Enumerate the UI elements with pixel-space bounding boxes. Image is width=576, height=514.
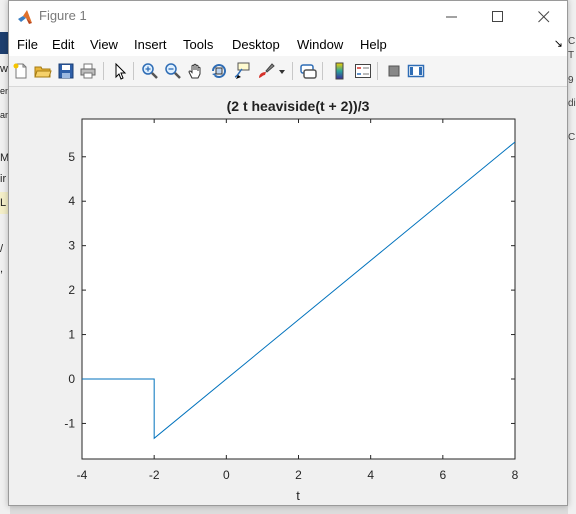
toolbar-separator [377,62,378,80]
x-tick-label: 0 [223,468,230,482]
background-text: T [568,50,575,61]
y-tick-label: 3 [68,239,75,253]
background-text: C [568,132,576,143]
toolbar-separator [103,62,104,80]
close-button[interactable] [521,1,567,32]
close-icon [538,11,550,23]
y-tick-label: -1 [64,416,75,430]
maximize-button[interactable] [475,1,521,32]
data-cursor-icon[interactable] [233,62,251,80]
x-tick-label: -2 [149,468,160,482]
x-tick-label: 6 [439,468,446,482]
background-text: 9 [568,75,574,86]
background-text: ir [0,173,7,185]
window-title: Figure 1 [39,8,87,23]
new-figure-icon[interactable] [12,62,30,80]
menu-view[interactable]: View [90,37,118,52]
x-tick-label: 4 [367,468,374,482]
plot-area[interactable]: (2 t heaviside(t + 2))/3 -4 -2 0 2 4 6 8 -1 0 1 2 3… [9,87,567,505]
x-tick-label: -4 [77,468,88,482]
y-tick-label: 5 [68,150,75,164]
toolbar-separator [292,62,293,80]
y-tick-label: 2 [68,283,75,297]
background-text: , [0,263,4,275]
background-text: di [568,98,576,109]
menu-edit[interactable]: Edit [52,37,74,52]
minimize-button[interactable] [429,1,475,32]
print-icon[interactable] [79,62,97,80]
figure-toolbar [9,56,567,87]
x-tick-label: 2 [295,468,302,482]
x-tick-label: 8 [512,468,519,482]
toolbar-separator [133,62,134,80]
maximize-icon [492,11,503,22]
insert-colorbar-icon[interactable] [331,62,349,80]
brush-dropdown-icon[interactable] [277,62,287,80]
hide-plot-tools-icon[interactable] [385,62,403,80]
menu-help[interactable]: Help [360,37,387,52]
show-plot-tools-icon[interactable] [407,62,425,80]
axes-box [81,118,516,460]
edit-plot-arrow-icon[interactable] [111,62,129,80]
background-text: / [0,243,4,255]
insert-legend-icon[interactable] [354,62,372,80]
background-text: ar [0,110,9,120]
y-tick-label: 0 [68,372,75,386]
background-text: w [0,63,8,75]
menu-window[interactable]: Window [297,37,343,52]
menu-dock-arrow-icon[interactable]: ↘ [554,37,563,50]
title-bar[interactable]: Figure 1 [9,1,567,32]
figure-window: Figure 1 File Edit View Insert Tools Des… [8,0,568,506]
chart-title: (2 t heaviside(t + 2))/3 [227,98,370,114]
menu-desktop[interactable]: Desktop [232,37,280,52]
background-text: L [0,197,7,209]
pan-hand-icon[interactable] [187,62,205,80]
minimize-icon [446,16,457,18]
matlab-logo-icon [18,10,32,24]
menu-file[interactable]: File [17,37,38,52]
menu-bar: File Edit View Insert Tools Desktop Wind… [9,32,567,56]
zoom-out-icon[interactable] [164,62,182,80]
save-icon[interactable] [57,62,75,80]
menu-insert[interactable]: Insert [134,37,167,52]
x-axis-label: t [296,488,300,503]
y-tick-label: 4 [68,194,75,208]
open-file-icon[interactable] [34,62,52,80]
background-text: C [568,36,576,47]
rotate-3d-icon[interactable] [210,62,228,80]
y-tick-label: 1 [68,328,75,342]
brush-icon[interactable] [257,62,275,80]
toolbar-separator [322,62,323,80]
menu-tools[interactable]: Tools [183,37,213,52]
zoom-in-icon[interactable] [141,62,159,80]
link-plot-icon[interactable] [299,62,317,80]
